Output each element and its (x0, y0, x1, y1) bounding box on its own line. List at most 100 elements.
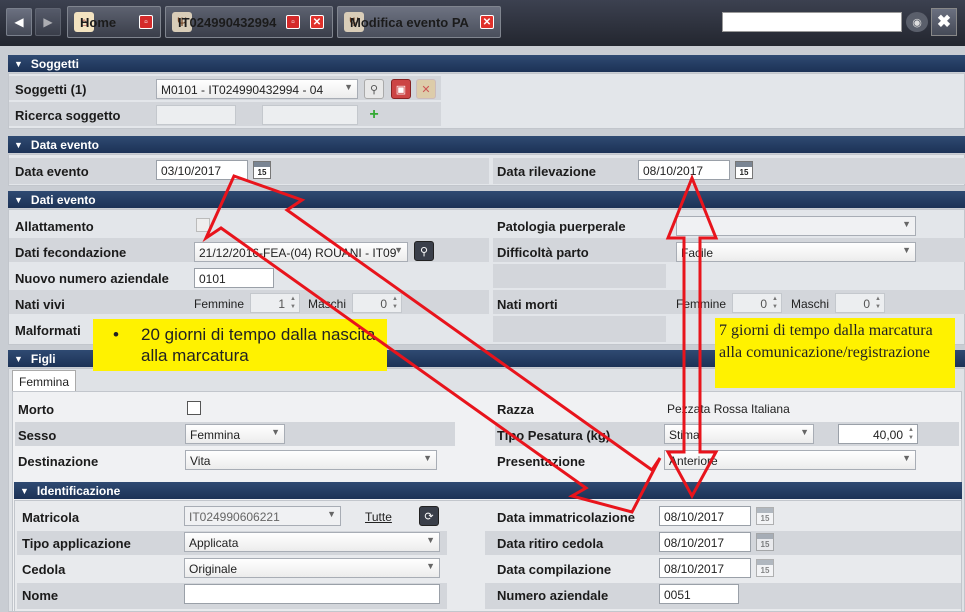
spinner-arrows-icon[interactable]: ▲ ▼ (873, 295, 883, 311)
chevron-down-icon: ▼ (426, 535, 435, 545)
identificazione-panel (14, 500, 962, 612)
tab-modifica-evento[interactable]: Ψ Modifica evento PA ✕ (337, 6, 501, 38)
allattamento-label: Allattamento (15, 219, 94, 234)
section-data-evento-title: Data evento (30, 137, 99, 152)
sesso-select[interactable]: Femmina ▼ (185, 424, 285, 444)
tipo-pesatura-select-value: Stima (669, 428, 700, 442)
refresh-icon: ⟳ (424, 510, 434, 523)
data-evento-label: Data evento (15, 164, 89, 179)
destinazione-label: Destinazione (18, 454, 99, 469)
annotation-note-2: 7 giorni di tempo dalla marcatura alla c… (715, 318, 955, 388)
nati-morti-femmine-value: 0 (760, 297, 767, 311)
nati-vivi-maschi-spinner[interactable]: 0 ▲ ▼ (352, 293, 402, 313)
fecondazione-select[interactable]: 21/12/2016-FEA-(04) ROUANI - IT09 ▼ (194, 242, 408, 262)
section-dati-evento-title: Dati evento (30, 192, 96, 207)
cedola-select[interactable]: Originale ▼ (184, 558, 440, 578)
eye-icon[interactable]: ◉ (906, 12, 928, 32)
chevron-down-icon: ▼ (902, 245, 911, 255)
spinner-arrows-icon[interactable]: ▲ ▼ (770, 295, 780, 311)
razza-value: Pezzata Rossa Italiana (667, 402, 790, 416)
spinner-arrows-icon[interactable]: ▲ ▼ (390, 295, 400, 311)
refresh-button[interactable]: ⟳ (419, 506, 439, 526)
ricerca-soggetto-input-1[interactable] (156, 105, 236, 125)
difficolta-select[interactable]: Facile ▼ (676, 242, 916, 262)
section-soggetti[interactable]: ▼ Soggetti (8, 55, 965, 72)
section-data-evento[interactable]: ▼ Data evento (8, 136, 965, 153)
edit-icon: ▣ (395, 83, 407, 96)
chevron-down-icon: ▼ (902, 453, 911, 463)
tab-modifica-label: Modifica evento PA (350, 14, 469, 30)
search-fecondazione-button[interactable]: ⚲ (414, 241, 434, 261)
soggetti-select-value: M0101 - IT024990432994 - 04 (161, 83, 324, 97)
calendar-icon-day: 15 (760, 540, 770, 549)
data-evento-input[interactable]: 03/10/2017 (156, 160, 248, 180)
data-ritiro-input[interactable]: 08/10/2017 (659, 532, 751, 552)
section-identificazione-title: Identificazione (36, 483, 121, 498)
tab-home-pin-icon[interactable]: ▫ (139, 15, 153, 29)
allattamento-checkbox[interactable] (196, 218, 210, 232)
chevron-down-icon: ▼ (426, 561, 435, 571)
nati-vivi-femmine-spinner[interactable]: 1 ▲ ▼ (250, 293, 300, 313)
destinazione-select[interactable]: Vita ▼ (185, 450, 437, 470)
nati-morti-maschi-spinner[interactable]: 0 ▲ ▼ (835, 293, 885, 313)
matricola-select-value: IT024990606221 (189, 510, 280, 524)
presentazione-select[interactable]: Anteriore ▼ (664, 450, 916, 470)
global-search-input[interactable] (722, 12, 902, 32)
tipo-applicazione-select[interactable]: Applicata ▼ (184, 532, 440, 552)
close-app-button[interactable]: ✖ (931, 8, 957, 36)
ricerca-soggetto-input-2[interactable] (262, 105, 358, 125)
section-dati-evento[interactable]: ▼ Dati evento (8, 191, 965, 208)
data-compilazione-input[interactable]: 08/10/2017 (659, 558, 751, 578)
tab-subject-close-icon[interactable]: ✕ (310, 15, 324, 29)
row-bg (493, 264, 666, 288)
calendar-icon[interactable]: 15 (253, 161, 271, 179)
collapse-icon: ▼ (14, 58, 23, 69)
soggetti-panel (8, 73, 965, 129)
annotation-note-1-text: 20 giorni di tempo dalla nascita alla ma… (141, 325, 376, 365)
row-bg (493, 290, 965, 314)
tab-subject-pin-icon[interactable]: ▫ (286, 15, 300, 29)
tipo-applicazione-select-value: Applicata (189, 536, 239, 550)
chevron-down-icon: ▼ (327, 509, 336, 519)
tipo-pesatura-select[interactable]: Stima ▼ (664, 424, 814, 444)
add-subject-button[interactable]: + (364, 105, 384, 125)
morto-checkbox[interactable] (187, 401, 201, 415)
tab-home[interactable]: ⌂ Home ▫ (67, 6, 161, 38)
soggetti-select[interactable]: M0101 - IT024990432994 - 04 ▼ (156, 79, 358, 99)
nati-vivi-femmine-value: 1 (278, 297, 285, 311)
plus-icon: + (369, 106, 379, 123)
nati-morti-label: Nati morti (497, 297, 558, 312)
nome-input[interactable] (184, 584, 440, 604)
nati-morti-femmine-spinner[interactable]: 0 ▲ ▼ (732, 293, 782, 313)
spinner-arrows-icon[interactable]: ▲ ▼ (906, 426, 916, 442)
patologia-label: Patologia puerperale (497, 219, 626, 234)
section-identificazione[interactable]: ▼ Identificazione (14, 482, 962, 499)
sesso-select-value: Femmina (190, 428, 241, 442)
tab-modifica-close-icon[interactable]: ✕ (480, 15, 494, 29)
calendar-icon[interactable]: 15 (756, 533, 774, 551)
nuovo-numero-label: Nuovo numero aziendale (15, 271, 169, 286)
row-bg (9, 290, 489, 314)
magnifier-icon: ⚲ (369, 83, 379, 96)
nati-morti-femmine-label: Femmine (676, 297, 727, 311)
calendar-icon[interactable]: 15 (756, 559, 774, 577)
calendar-icon[interactable]: 15 (735, 161, 753, 179)
numero-aziendale-input[interactable]: 0051 (659, 584, 739, 604)
matricola-select[interactable]: IT024990606221 ▼ (184, 506, 341, 526)
edit-subject-button[interactable]: ▣ (391, 79, 411, 99)
tutte-link[interactable]: Tutte (365, 510, 392, 524)
forward-button[interactable]: ▶ (35, 8, 61, 36)
patologia-select[interactable]: ▼ (676, 216, 916, 236)
data-rilevazione-input[interactable]: 08/10/2017 (638, 160, 730, 180)
nuovo-numero-input[interactable]: 0101 (194, 268, 274, 288)
chevron-down-icon: ▼ (423, 453, 432, 463)
tab-femmina[interactable]: Femmina (12, 370, 76, 392)
data-immatricolazione-input[interactable]: 08/10/2017 (659, 506, 751, 526)
spinner-arrows-icon[interactable]: ▲ ▼ (288, 295, 298, 311)
peso-spinner[interactable]: 40,00 ▲ ▼ (838, 424, 918, 444)
search-subject-button[interactable]: ⚲ (364, 79, 384, 99)
back-button[interactable]: ◀ (6, 8, 32, 36)
tab-subject[interactable]: Ψ IT024990432994 ▫ ✕ (165, 6, 333, 38)
calendar-icon[interactable]: 15 (756, 507, 774, 525)
delete-subject-button[interactable]: ✕ (416, 79, 436, 99)
